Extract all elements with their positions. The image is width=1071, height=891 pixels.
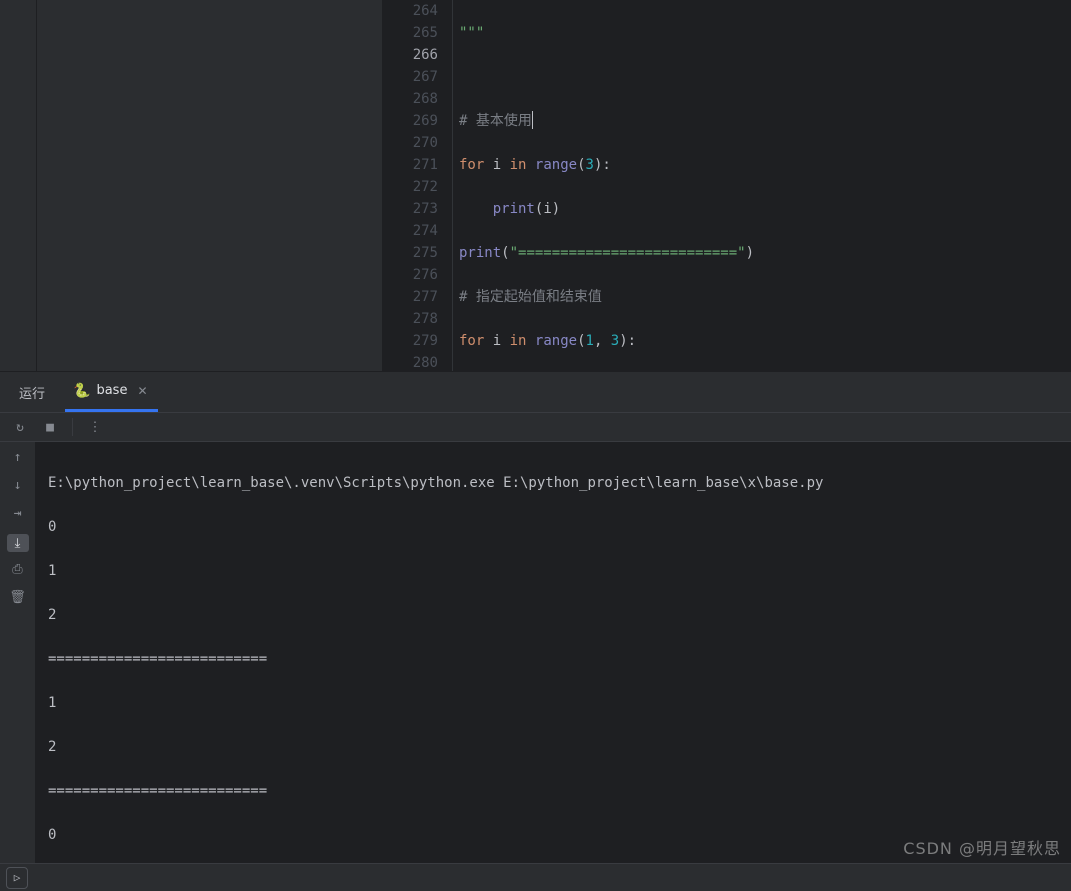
line-number: 269 <box>383 110 438 132</box>
line-number: 273 <box>383 198 438 220</box>
scroll-to-end-icon[interactable]: ⤓ <box>7 534 29 552</box>
text-caret <box>532 111 533 129</box>
line-number: 279 <box>383 330 438 352</box>
run-tab[interactable]: 🐍 base ✕ <box>65 372 158 412</box>
tool-stripe-left[interactable] <box>0 0 37 371</box>
line-number: 265 <box>383 22 438 44</box>
line-number: 280 <box>383 352 438 371</box>
line-number: 268 <box>383 88 438 110</box>
run-header: 运行 🐍 base ✕ <box>0 372 1071 412</box>
line-number: 267 <box>383 66 438 88</box>
line-number: 272 <box>383 176 438 198</box>
console-line: 1 <box>48 560 1059 582</box>
separator <box>72 418 73 436</box>
token-string: """ <box>459 25 484 41</box>
console-line: 1 <box>48 692 1059 714</box>
python-icon: 🐍 <box>73 383 90 399</box>
console-line: 0 <box>48 824 1059 846</box>
console-line: ========================== <box>48 780 1059 802</box>
token-comment: # 基本使用 <box>459 113 532 129</box>
line-number: 278 <box>383 308 438 330</box>
line-gutter: 264 265 266 267 268 269 270 271 272 273 … <box>383 0 453 371</box>
console-actions: ↑ ↓ ⇥ ⤓ ⎙ 🗑 <box>0 442 36 863</box>
down-icon[interactable]: ↓ <box>7 478 29 496</box>
token-keyword: for <box>459 157 484 173</box>
line-number: 274 <box>383 220 438 242</box>
soft-wrap-icon[interactable]: ⇥ <box>7 506 29 524</box>
line-number: 276 <box>383 264 438 286</box>
status-bar: ▷ <box>0 863 1071 891</box>
rerun-icon[interactable]: ↻ <box>12 420 28 435</box>
print-icon[interactable]: ⎙ <box>7 562 29 580</box>
line-number: 270 <box>383 132 438 154</box>
line-number: 277 <box>383 286 438 308</box>
run-panel: 运行 🐍 base ✕ ↻ ■ ⋮ ↑ ↓ ⇥ ⤓ ⎙ 🗑 E:\python_… <box>0 371 1071 863</box>
line-number: 264 <box>383 0 438 22</box>
console-line: 2 <box>48 604 1059 626</box>
project-panel[interactable] <box>37 0 383 371</box>
run-body: ↑ ↓ ⇥ ⤓ ⎙ 🗑 E:\python_project\learn_base… <box>0 442 1071 863</box>
run-toolbar: ↻ ■ ⋮ <box>0 412 1071 442</box>
code-content[interactable]: """ # 基本使用 for i in range(3): print(i) p… <box>453 0 1071 371</box>
console-command: E:\python_project\learn_base\.venv\Scrip… <box>48 472 1059 494</box>
console-line: ========================== <box>48 648 1059 670</box>
console-output[interactable]: E:\python_project\learn_base\.venv\Scrip… <box>36 442 1071 863</box>
ide-window: 264 265 266 267 268 269 270 271 272 273 … <box>0 0 1071 891</box>
close-icon[interactable]: ✕ <box>137 384 147 398</box>
run-tab-label: base <box>96 383 127 398</box>
line-number: 271 <box>383 154 438 176</box>
up-icon[interactable]: ↑ <box>7 450 29 468</box>
trash-icon[interactable]: 🗑 <box>7 590 29 608</box>
line-number: 275 <box>383 242 438 264</box>
line-number: 266 <box>383 44 438 66</box>
run-button[interactable]: ▷ <box>6 867 28 889</box>
console-line: 2 <box>48 736 1059 758</box>
editor-area: 264 265 266 267 268 269 270 271 272 273 … <box>0 0 1071 371</box>
run-panel-title: 运行 <box>15 383 49 402</box>
code-editor[interactable]: 264 265 266 267 268 269 270 271 272 273 … <box>383 0 1071 371</box>
more-icon[interactable]: ⋮ <box>87 420 103 435</box>
console-line: 0 <box>48 516 1059 538</box>
stop-icon[interactable]: ■ <box>42 420 58 435</box>
